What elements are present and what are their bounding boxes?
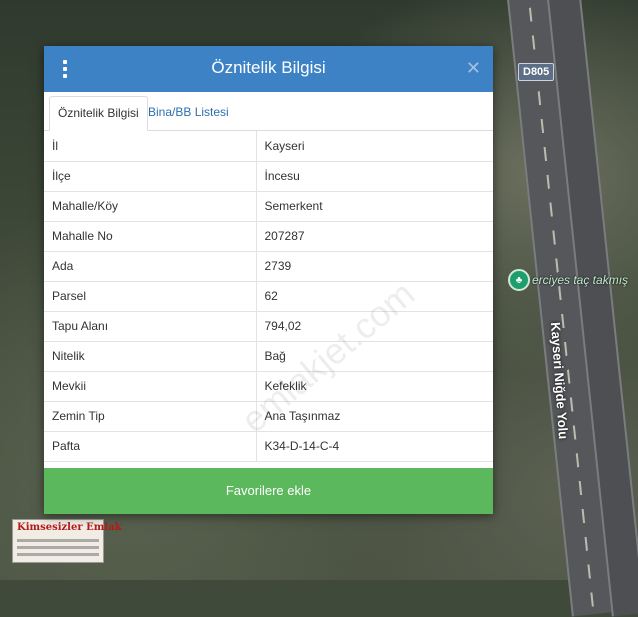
table-row: Zemin Tip Ana Taşınmaz — [44, 401, 493, 432]
row-value: Bağ — [256, 341, 493, 372]
row-key: Parsel — [44, 281, 257, 312]
table-row: Mahalle/Köy Semerkent — [44, 191, 493, 222]
close-icon[interactable]: ✕ — [466, 59, 481, 77]
agency-logo: Kimsesizler Emlak — [12, 519, 122, 563]
row-value: 62 — [256, 281, 493, 312]
table-row: İl Kayseri — [44, 131, 493, 162]
table-row: Pafta K34-D-14-C-4 — [44, 431, 493, 462]
table-row: Mahalle No 207287 — [44, 221, 493, 252]
row-value: İncesu — [256, 161, 493, 192]
attribute-info-dialog: Öznitelik Bilgisi ✕ Öznitelik Bilgisi Bi… — [44, 46, 493, 514]
dialog-header: Öznitelik Bilgisi ✕ — [44, 46, 493, 92]
row-key: İl — [44, 131, 257, 162]
logo-contact-lines — [17, 539, 99, 542]
row-key: Mevkii — [44, 371, 257, 402]
table-row: Tapu Alanı 794,02 — [44, 311, 493, 342]
tab-building-list[interactable]: Bina/BB Listesi — [140, 96, 237, 129]
row-key: Mahalle/Köy — [44, 191, 257, 222]
row-key: Ada — [44, 251, 257, 282]
row-key: Nitelik — [44, 341, 257, 372]
table-row: Nitelik Bağ — [44, 341, 493, 372]
row-value: 794,02 — [256, 311, 493, 342]
attribute-table: İl Kayseri İlçe İncesu Mahalle/Köy Semerken… — [44, 131, 493, 462]
row-value: Kefeklik — [256, 371, 493, 402]
row-value: 207287 — [256, 221, 493, 252]
add-to-favorites-button[interactable]: Favorilere ekle — [44, 468, 493, 514]
tree-marker-icon: ♣ — [508, 269, 530, 291]
row-key: Zemin Tip — [44, 401, 257, 432]
dialog-tabs: Öznitelik Bilgisi Bina/BB Listesi — [44, 92, 493, 131]
row-key: Tapu Alanı — [44, 311, 257, 342]
row-key: İlçe — [44, 161, 257, 192]
table-row: İlçe İncesu — [44, 161, 493, 192]
road-number-badge: D805 — [518, 63, 555, 81]
table-row: Parsel 62 — [44, 281, 493, 312]
row-key: Mahalle No — [44, 221, 257, 252]
poi-label: erciyes taç takmış — [532, 273, 629, 287]
row-value: Semerkent — [256, 191, 493, 222]
map-poi[interactable]: ♣ erciyes taç takmış — [508, 269, 628, 291]
logo-title: Kimsesizler Emlak — [17, 522, 122, 533]
row-value: Ana Taşınmaz — [256, 401, 493, 432]
dialog-title: Öznitelik Bilgisi — [211, 58, 326, 77]
row-value: K34-D-14-C-4 — [256, 431, 493, 462]
row-key: Pafta — [44, 431, 257, 462]
table-row: Ada 2739 — [44, 251, 493, 282]
table-row: Mevkii Kefeklik — [44, 371, 493, 402]
row-value: Kayseri — [256, 131, 493, 162]
row-value: 2739 — [256, 251, 493, 282]
tab-attribute-info[interactable]: Öznitelik Bilgisi — [49, 96, 148, 131]
